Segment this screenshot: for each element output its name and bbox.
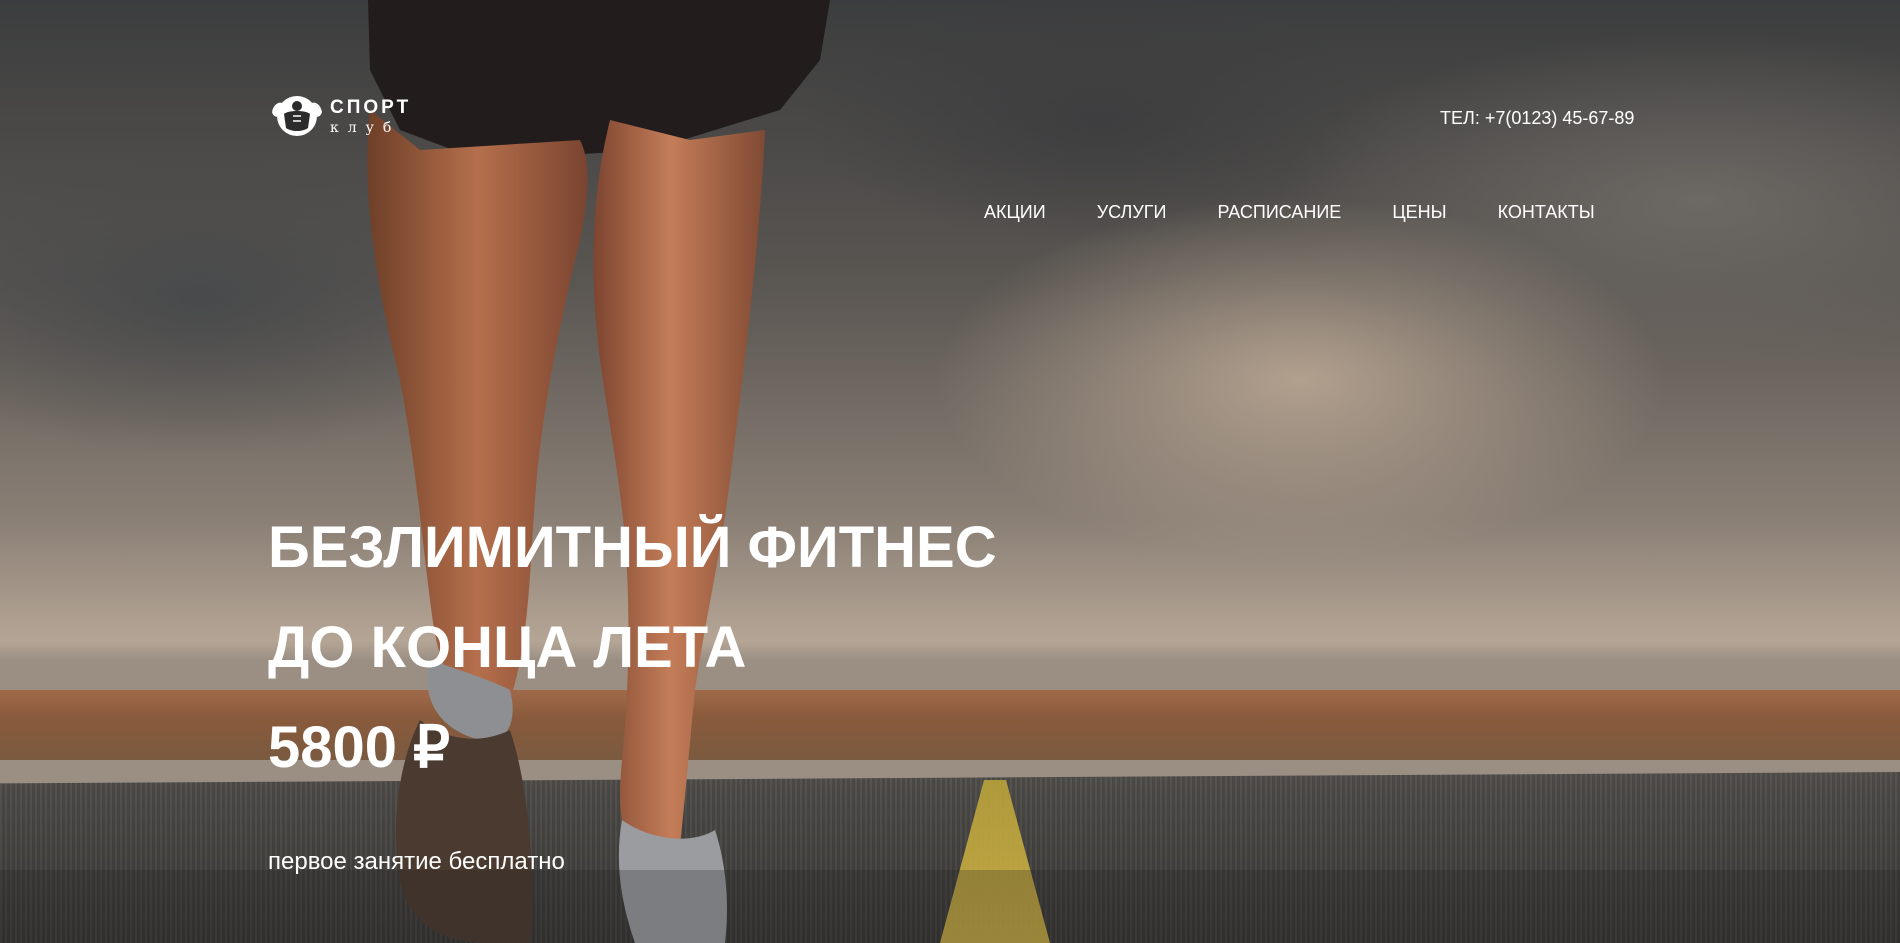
- bodybuilder-icon: [272, 96, 322, 136]
- nav-item-promotions[interactable]: АКЦИИ: [984, 202, 1046, 223]
- hero-headline-line-1: БЕЗЛИМИТНЫЙ ФИТНЕС: [268, 515, 997, 580]
- hero-content: СПОРТ клуб ТЕЛ: +7(0123) 45-67-89 АКЦИИ …: [0, 0, 1900, 943]
- nav-item-prices[interactable]: ЦЕНЫ: [1392, 202, 1446, 223]
- nav-item-services[interactable]: УСЛУГИ: [1097, 202, 1167, 223]
- hero-headline-line-2: ДО КОНЦА ЛЕТА: [268, 615, 747, 680]
- logo-subtitle: клуб: [330, 119, 401, 136]
- phone-link[interactable]: ТЕЛ: +7(0123) 45-67-89: [1440, 108, 1634, 129]
- hero-section: СПОРТ клуб ТЕЛ: +7(0123) 45-67-89 АКЦИИ …: [0, 0, 1900, 943]
- logo-text: СПОРТ клуб: [330, 98, 411, 135]
- hero-subtitle: первое занятие бесплатно: [268, 848, 565, 875]
- nav-item-contacts[interactable]: КОНТАКТЫ: [1498, 202, 1595, 223]
- nav-item-schedule[interactable]: РАСПИСАНИЕ: [1217, 202, 1341, 223]
- hero-price: 5800 ₽: [268, 715, 451, 780]
- main-nav: АКЦИИ УСЛУГИ РАСПИСАНИЕ ЦЕНЫ КОНТАКТЫ: [984, 202, 1595, 223]
- logo-title: СПОРТ: [330, 96, 412, 118]
- hero-headline: БЕЗЛИМИТНЫЙ ФИТНЕС ДО КОНЦА ЛЕТА 5800 ₽: [268, 498, 997, 798]
- site-logo[interactable]: СПОРТ клуб: [268, 92, 411, 140]
